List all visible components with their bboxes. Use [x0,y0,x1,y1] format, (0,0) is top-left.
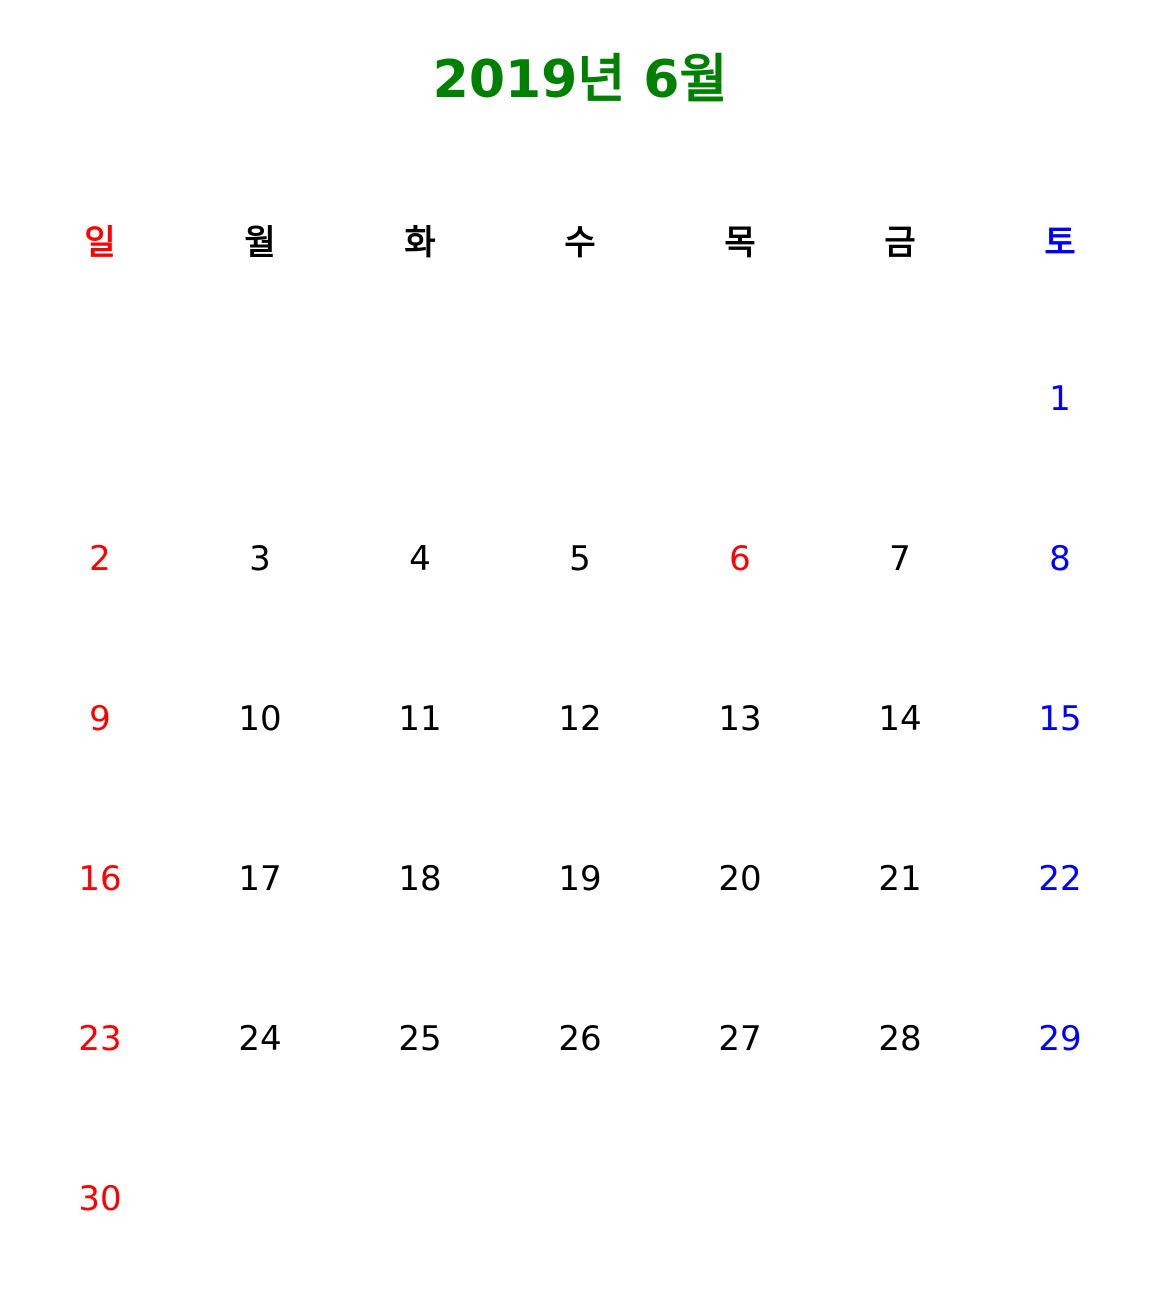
day-cell: 16 [78,859,122,899]
day-cell: 9 [89,699,111,739]
day-cell: 30 [78,1179,122,1219]
weekday-monday: 월 [244,222,276,263]
day-cell: 24 [238,1019,282,1059]
day-cell-holiday: 6 [729,539,751,579]
calendar: 2019년 6월 일 월 화 수 목 금 토 1 2 3 4 5 6 7 8 9… [0,0,1160,1313]
day-cell: 11 [398,699,442,739]
day-cell: 19 [558,859,602,899]
day-cell: 10 [238,699,282,739]
day-cell: 5 [569,539,591,579]
weekday-thursday: 목 [724,222,756,263]
day-cell: 28 [878,1019,922,1059]
day-cell: 26 [558,1019,602,1059]
day-cell: 23 [78,1019,122,1059]
day-cell: 1 [1049,379,1071,419]
day-cell: 2 [89,539,111,579]
day-cell [820,1119,980,1279]
day-cell: 21 [878,859,922,899]
day-cell: 25 [398,1019,442,1059]
day-cell: 7 [889,539,911,579]
day-cell: 17 [238,859,282,899]
day-cell [500,319,660,479]
calendar-grid: 일 월 화 수 목 금 토 1 2 3 4 5 6 7 8 9 10 11 12… [20,159,1140,1279]
day-cell: 3 [249,539,271,579]
day-cell [180,319,340,479]
day-cell: 13 [718,699,762,739]
day-cell [820,319,980,479]
day-cell [660,319,820,479]
day-cell: 20 [718,859,762,899]
calendar-title: 2019년 6월 [432,50,728,110]
day-cell: 27 [718,1019,762,1059]
day-cell: 4 [409,539,431,579]
weekday-sunday: 일 [84,222,116,263]
day-cell [340,1119,500,1279]
day-cell [660,1119,820,1279]
day-cell: 15 [1038,699,1082,739]
weekday-saturday: 토 [1044,222,1076,263]
day-cell: 12 [558,699,602,739]
day-cell [500,1119,660,1279]
day-cell: 29 [1038,1019,1082,1059]
day-cell: 8 [1049,539,1071,579]
day-cell [20,319,180,479]
day-cell [180,1119,340,1279]
day-cell [980,1119,1140,1279]
weekday-friday: 금 [884,222,916,263]
day-cell: 14 [878,699,922,739]
weekday-wednesday: 수 [564,222,596,263]
day-cell: 22 [1038,859,1082,899]
day-cell: 18 [398,859,442,899]
day-cell [340,319,500,479]
weekday-tuesday: 화 [404,222,436,263]
